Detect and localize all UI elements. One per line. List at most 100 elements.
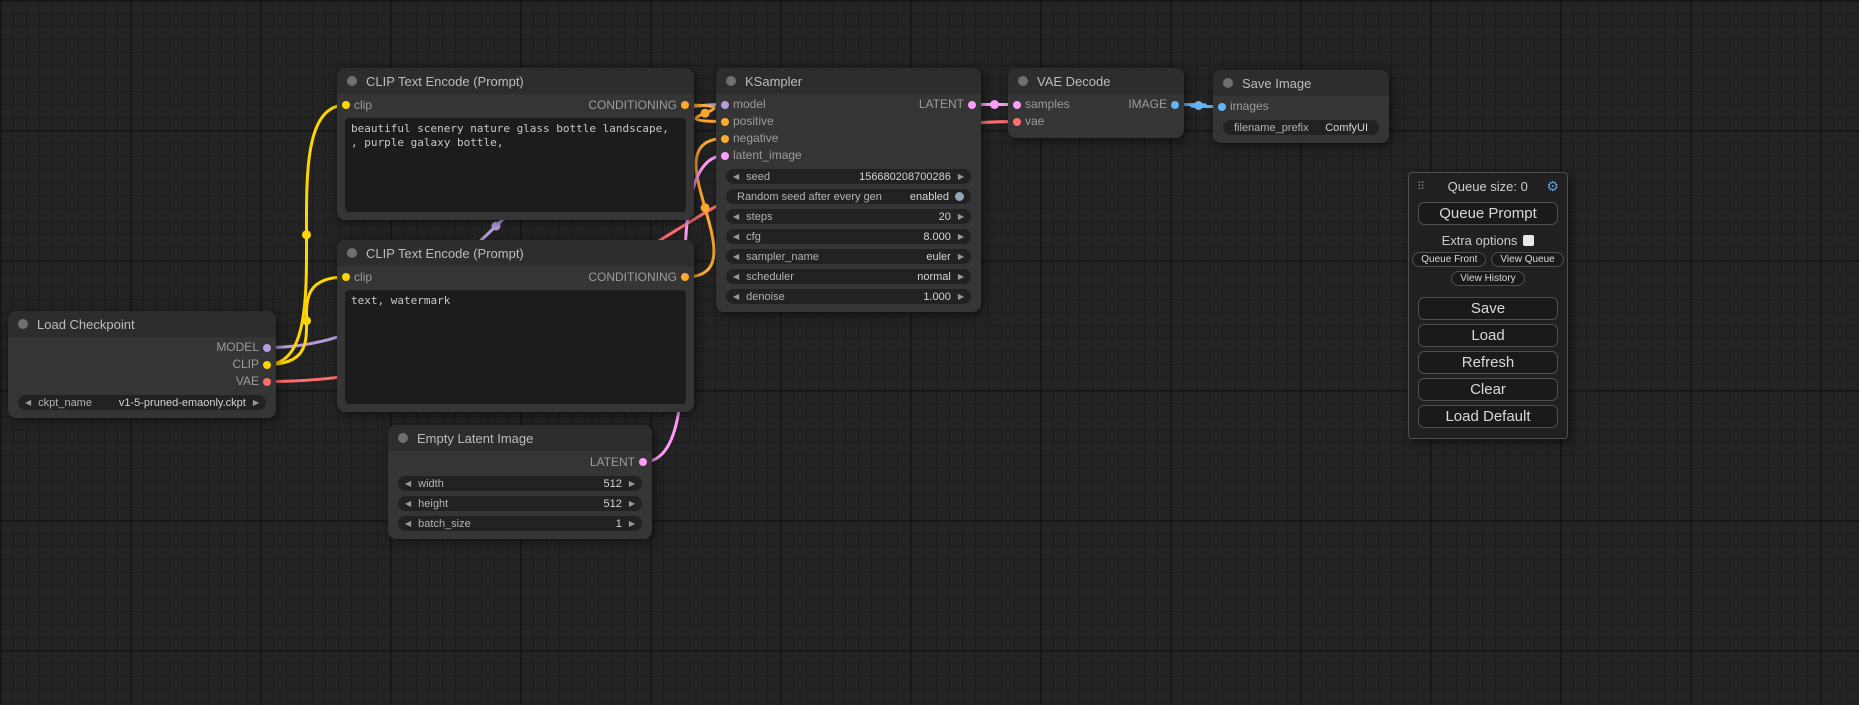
settings-gear-icon[interactable]: ⚙ (1546, 178, 1559, 195)
node-titlebar[interactable]: KSampler (716, 68, 981, 94)
prompt-textarea[interactable]: beautiful scenery nature glass bottle la… (345, 118, 686, 212)
input-dot-latent-image[interactable] (721, 152, 729, 160)
collapse-dot-icon[interactable] (1018, 76, 1028, 86)
input-label: positive (733, 114, 774, 128)
widget-scheduler[interactable]: ◀ scheduler normal ▶ (726, 269, 971, 284)
arrow-right-icon[interactable]: ▶ (958, 252, 964, 261)
output-dot-latent[interactable] (968, 101, 976, 109)
link-midpoint-dot[interactable] (302, 316, 311, 325)
arrow-right-icon[interactable]: ▶ (629, 519, 635, 528)
input-label: model (733, 97, 766, 111)
widget-ckpt-name[interactable]: ◀ ckpt_name v1-5-pruned-emaonly.ckpt ▶ (18, 395, 266, 410)
output-dot-conditioning[interactable] (681, 273, 689, 281)
arrow-right-icon[interactable]: ▶ (629, 499, 635, 508)
arrow-left-icon[interactable]: ◀ (733, 292, 739, 301)
refresh-button[interactable]: Refresh (1418, 351, 1558, 374)
arrow-left-icon[interactable]: ◀ (405, 519, 411, 528)
arrow-left-icon[interactable]: ◀ (733, 232, 739, 241)
arrow-right-icon[interactable]: ▶ (629, 479, 635, 488)
node-titlebar[interactable]: Empty Latent Image (388, 425, 652, 451)
collapse-dot-icon[interactable] (347, 76, 357, 86)
arrow-right-icon[interactable]: ▶ (958, 212, 964, 221)
node-clip-text-encode-positive[interactable]: CLIP Text Encode (Prompt) clip CONDITION… (337, 68, 694, 220)
widget-value: 156680208700286 (859, 171, 951, 183)
arrow-left-icon[interactable]: ◀ (733, 172, 739, 181)
link-midpoint-dot[interactable] (492, 222, 501, 231)
input-dot-model[interactable] (721, 101, 729, 109)
widget-height[interactable]: ◀ height 512 ▶ (398, 496, 642, 511)
input-dot-samples[interactable] (1013, 101, 1021, 109)
arrow-left-icon[interactable]: ◀ (733, 212, 739, 221)
output-dot-image[interactable] (1171, 101, 1179, 109)
node-ksampler[interactable]: KSampler model LATENT positive negative … (716, 68, 981, 312)
output-dot-latent[interactable] (639, 458, 647, 466)
node-empty-latent-image[interactable]: Empty Latent Image LATENT ◀ width 512 ▶ … (388, 425, 652, 539)
node-save-image[interactable]: Save Image images filename_prefix ComfyU… (1213, 70, 1389, 143)
widget-label: scheduler (746, 271, 794, 283)
widget-filename-prefix[interactable]: filename_prefix ComfyUI (1223, 120, 1379, 135)
arrow-right-icon[interactable]: ▶ (253, 398, 259, 407)
node-titlebar[interactable]: VAE Decode (1008, 68, 1184, 94)
widget-cfg[interactable]: ◀ cfg 8.000 ▶ (726, 229, 971, 244)
arrow-right-icon[interactable]: ▶ (958, 172, 964, 181)
node-clip-text-encode-negative[interactable]: CLIP Text Encode (Prompt) clip CONDITION… (337, 240, 694, 412)
input-dot-vae[interactable] (1013, 118, 1021, 126)
input-dot-positive[interactable] (721, 118, 729, 126)
collapse-dot-icon[interactable] (347, 248, 357, 258)
toggle-dot-icon[interactable] (955, 192, 964, 201)
clear-button[interactable]: Clear (1418, 378, 1558, 401)
widget-random-seed-toggle[interactable]: Random seed after every gen enabled (726, 189, 971, 204)
node-titlebar[interactable]: CLIP Text Encode (Prompt) (337, 68, 694, 94)
link-midpoint-dot[interactable] (990, 100, 999, 109)
arrow-left-icon[interactable]: ◀ (405, 499, 411, 508)
input-dot-images[interactable] (1218, 103, 1226, 111)
widget-denoise[interactable]: ◀ denoise 1.000 ▶ (726, 289, 971, 304)
load-default-button[interactable]: Load Default (1418, 405, 1558, 428)
node-titlebar[interactable]: Save Image (1213, 70, 1389, 96)
node-titlebar[interactable]: Load Checkpoint (8, 311, 276, 337)
output-dot-vae[interactable] (263, 378, 271, 386)
output-label: IMAGE (1128, 96, 1167, 113)
input-dot-clip[interactable] (342, 101, 350, 109)
input-dot-clip[interactable] (342, 273, 350, 281)
widget-steps[interactable]: ◀ steps 20 ▶ (726, 209, 971, 224)
link-midpoint-dot[interactable] (1194, 101, 1203, 110)
queue-prompt-button[interactable]: Queue Prompt (1418, 202, 1558, 225)
widget-batch-size[interactable]: ◀ batch_size 1 ▶ (398, 516, 642, 531)
output-dot-clip[interactable] (263, 361, 271, 369)
output-label: CONDITIONING (588, 268, 677, 286)
collapse-dot-icon[interactable] (726, 76, 736, 86)
input-dot-negative[interactable] (721, 135, 729, 143)
drag-handle-icon[interactable]: ⠿ (1417, 180, 1425, 193)
arrow-right-icon[interactable]: ▶ (958, 272, 964, 281)
node-load-checkpoint[interactable]: Load Checkpoint MODEL CLIP VAE ◀ ckpt_na… (8, 311, 276, 418)
link-midpoint-dot[interactable] (302, 230, 311, 239)
output-dot-conditioning[interactable] (681, 101, 689, 109)
view-queue-button[interactable]: View Queue (1491, 252, 1563, 267)
link-midpoint-dot[interactable] (701, 203, 710, 212)
link-midpoint-dot[interactable] (701, 109, 710, 118)
arrow-right-icon[interactable]: ▶ (958, 292, 964, 301)
node-titlebar[interactable]: CLIP Text Encode (Prompt) (337, 240, 694, 266)
arrow-left-icon[interactable]: ◀ (405, 479, 411, 488)
node-graph-canvas[interactable]: Load Checkpoint MODEL CLIP VAE ◀ ckpt_na… (0, 0, 1859, 705)
load-button[interactable]: Load (1418, 324, 1558, 347)
save-button[interactable]: Save (1418, 297, 1558, 320)
widget-width[interactable]: ◀ width 512 ▶ (398, 476, 642, 491)
widget-sampler-name[interactable]: ◀ sampler_name euler ▶ (726, 249, 971, 264)
collapse-dot-icon[interactable] (398, 433, 408, 443)
arrow-left-icon[interactable]: ◀ (733, 272, 739, 281)
view-history-button[interactable]: View History (1451, 271, 1524, 286)
extra-options-checkbox[interactable] (1523, 235, 1534, 246)
collapse-dot-icon[interactable] (1223, 78, 1233, 88)
arrow-left-icon[interactable]: ◀ (733, 252, 739, 261)
arrow-left-icon[interactable]: ◀ (25, 398, 31, 407)
widget-seed[interactable]: ◀ seed 156680208700286 ▶ (726, 169, 971, 184)
queue-front-button[interactable]: Queue Front (1412, 252, 1486, 267)
collapse-dot-icon[interactable] (18, 319, 28, 329)
prompt-textarea[interactable]: text, watermark (345, 290, 686, 404)
node-vae-decode[interactable]: VAE Decode samples IMAGE vae (1008, 68, 1184, 138)
output-dot-model[interactable] (263, 344, 271, 352)
arrow-right-icon[interactable]: ▶ (958, 232, 964, 241)
menu-header: ⠿ Queue size: 0 ⚙ (1409, 173, 1567, 198)
